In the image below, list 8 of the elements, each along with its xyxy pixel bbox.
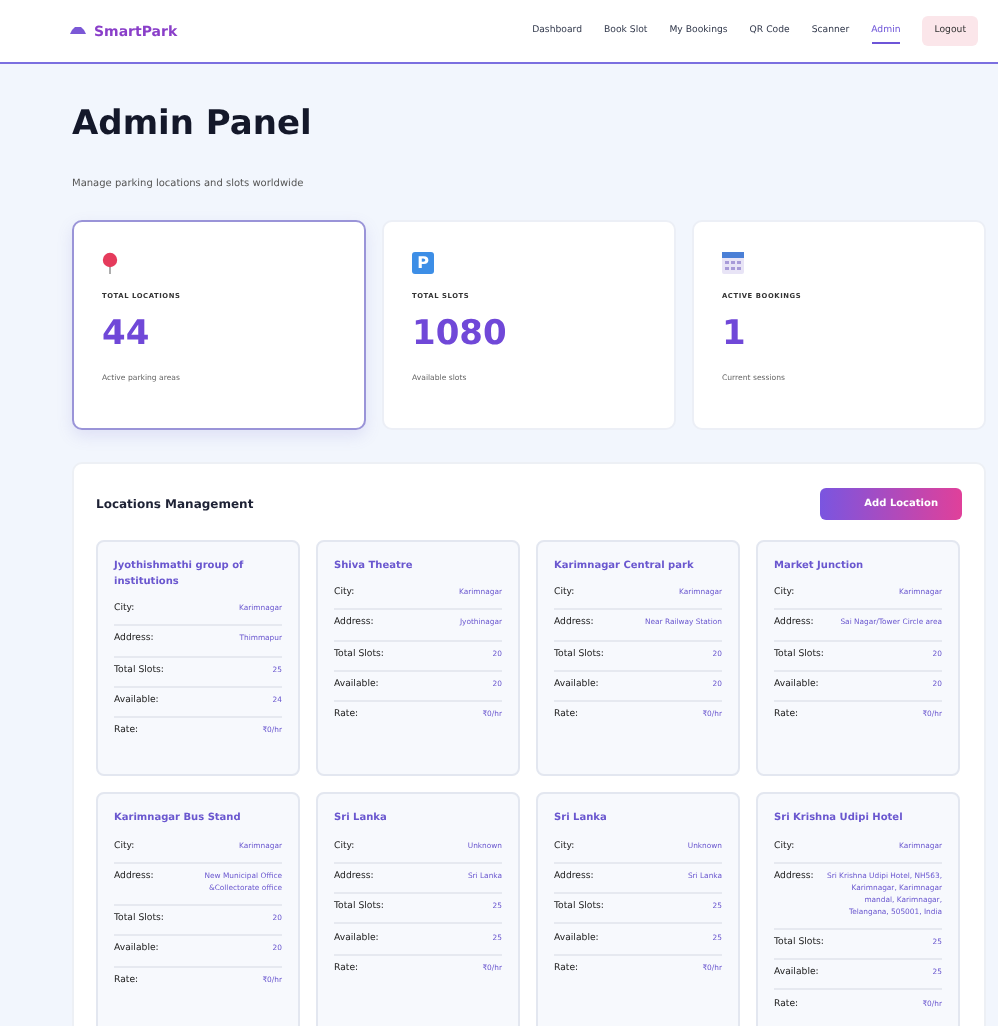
car-icon [70,26,86,36]
pin-icon [102,252,118,274]
stat-value: 1080 [412,318,507,352]
page-title: Admin Panel [72,104,314,144]
stat-value: 44 [102,318,150,352]
calendar-icon [722,252,744,274]
stat-value: 1 [722,318,746,352]
parking-sign-icon: P [412,252,434,274]
